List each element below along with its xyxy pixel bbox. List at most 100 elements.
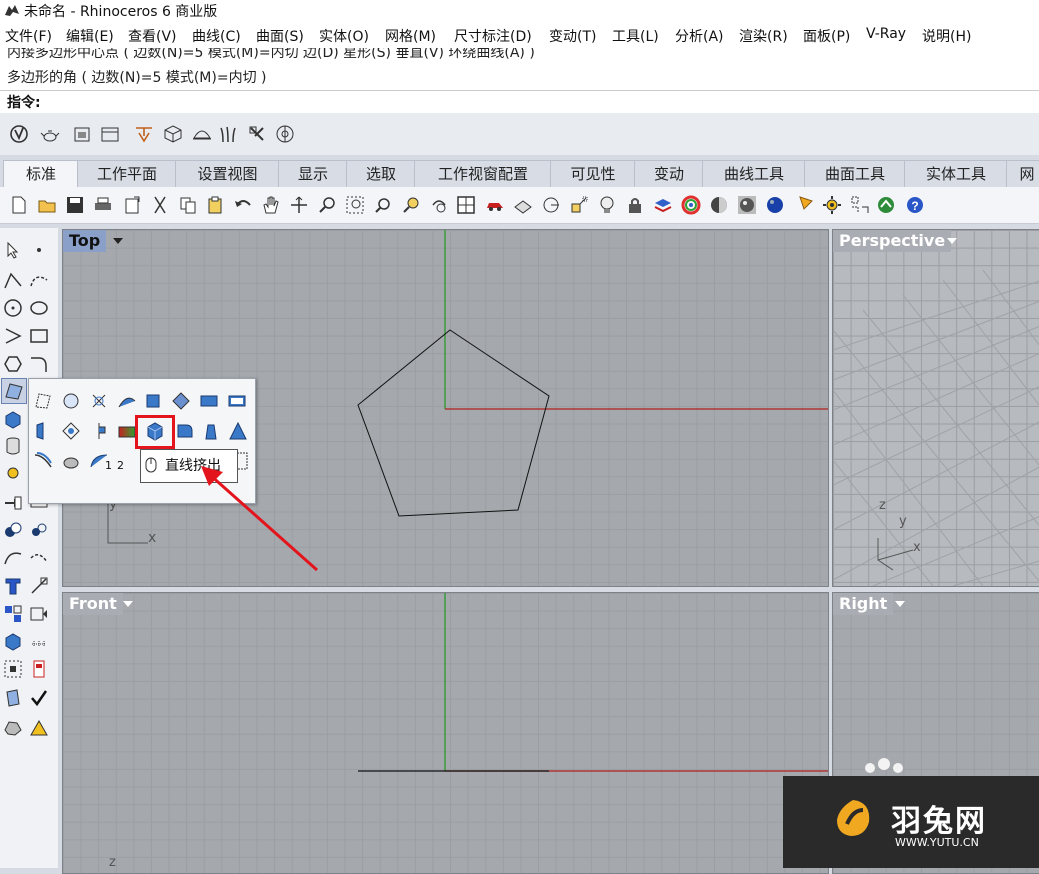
tab-set-view[interactable]: 设置视图 [175,160,280,188]
rail-revolve-icon[interactable] [117,421,137,441]
rock-icon[interactable] [3,718,23,738]
options-gear-icon[interactable] [822,195,842,215]
sphere-surface-icon[interactable] [61,391,81,411]
vray-icon[interactable] [9,124,29,144]
tab-solid-tools[interactable]: 实体工具 [904,160,1008,188]
viewport-title-perspective[interactable]: Perspective [833,230,952,252]
offset-curve-icon[interactable] [29,548,49,568]
import-icon[interactable] [122,195,142,215]
polyline-icon[interactable] [3,270,23,290]
blend-surface-icon[interactable] [61,451,81,471]
transform-icon[interactable] [3,493,23,513]
tab-more[interactable]: 网 [1006,160,1039,188]
rotate-view-icon[interactable] [289,195,309,215]
tab-select[interactable]: 选取 [346,160,416,188]
save-icon[interactable] [65,195,85,215]
tab-display[interactable]: 显示 [278,160,348,188]
undo-icon[interactable] [233,195,253,215]
four-viewports-icon[interactable] [456,195,476,215]
tab-standard[interactable]: 标准 [3,160,79,189]
layer-icon[interactable] [653,195,673,215]
menu-help[interactable]: 说明(H) [922,26,971,46]
cplane-icon[interactable] [513,195,533,215]
polygon-icon[interactable] [3,354,23,374]
surface-from-points-icon[interactable] [33,391,53,411]
object-properties-icon[interactable] [850,195,870,215]
print-icon[interactable] [93,195,113,215]
dimension-tool-icon[interactable] [29,576,49,596]
open-folder-icon[interactable] [37,195,57,215]
solid-edit-icon[interactable] [3,632,23,652]
cylinder-icon[interactable] [3,436,23,456]
mesh-icon[interactable] [29,520,49,540]
menu-curve[interactable]: 曲线(C) [192,26,241,46]
rectangle-icon[interactable] [29,326,49,346]
viewport-title-right[interactable]: Right [833,593,894,615]
sweep-icon[interactable] [117,391,137,411]
text-icon[interactable] [3,576,23,596]
help-icon[interactable]: ? [905,195,925,215]
curve-tool-icon[interactable] [3,548,23,568]
zoom-extents-icon[interactable] [373,195,393,215]
circle-icon[interactable] [3,298,23,318]
loft-icon[interactable] [61,421,81,441]
osnap-icon[interactable] [541,195,561,215]
render-sphere-icon[interactable] [709,195,729,215]
frame-buffer-icon[interactable] [72,124,92,144]
command-line[interactable]: 指令: [0,90,1039,114]
analyze-icon[interactable] [29,604,49,624]
viewport-front[interactable]: Front z [62,592,829,874]
boolean-icon[interactable] [3,520,23,540]
block-icon[interactable] [3,604,23,624]
undo-view-icon[interactable] [429,195,449,215]
proxy-icon[interactable] [163,124,183,144]
new-file-icon[interactable] [9,195,29,215]
mesh-export-icon[interactable] [275,124,295,144]
copy-icon[interactable] [178,195,198,215]
clipper-icon[interactable] [247,124,267,144]
menu-mesh[interactable]: 网格(M) [385,26,436,46]
zoom-selected-icon[interactable] [401,195,421,215]
paste-icon[interactable] [205,195,225,215]
render-window-icon[interactable] [100,124,120,144]
menu-edit[interactable]: 编辑(E) [66,26,114,46]
dome-light-icon[interactable] [192,124,212,144]
grid-dots-icon[interactable] [29,632,49,652]
select-arrow-icon[interactable] [3,240,23,260]
menu-solid[interactable]: 实体(O) [319,26,369,46]
lock-icon[interactable] [625,195,645,215]
extrude-tapered-icon[interactable] [201,421,221,441]
fur-icon[interactable] [219,124,239,144]
extrude-to-point-icon[interactable] [228,421,248,441]
plane-surface-icon[interactable] [143,391,163,411]
drafting-icon[interactable] [3,688,23,708]
surface-tool-active[interactable] [1,378,27,404]
rectangular-plane-icon[interactable] [199,391,219,411]
chevron-down-icon[interactable] [945,234,959,248]
plugin-sphere-icon[interactable] [876,195,896,215]
chevron-down-icon[interactable] [893,597,907,611]
rendered-sphere-icon[interactable] [737,195,757,215]
fillet-curve-icon[interactable] [29,354,49,374]
menu-vray[interactable]: V-Ray [866,26,906,42]
menu-render[interactable]: 渲染(R) [739,26,788,46]
menu-dimension[interactable]: 尺寸标注(D) [454,26,532,46]
lightbulb-icon[interactable] [597,195,617,215]
menu-analyze[interactable]: 分析(A) [675,26,724,46]
check-icon[interactable] [29,688,49,708]
points-grid-icon[interactable] [3,659,23,679]
material-sphere-icon[interactable] [765,195,785,215]
menu-transform[interactable]: 变动(T) [549,26,596,46]
point-icon[interactable] [29,240,49,260]
tab-transform[interactable]: 变动 [634,160,704,188]
render-tool-icon[interactable] [29,659,49,679]
zoom-window-icon[interactable] [345,195,365,215]
edge-surface-icon[interactable] [33,421,53,441]
tab-cplanes[interactable]: 工作平面 [77,160,177,188]
menu-panels[interactable]: 面板(P) [803,26,850,46]
patch-icon[interactable] [89,391,109,411]
pyramid-icon[interactable] [29,718,49,738]
pentagon-curve[interactable] [357,329,550,517]
gumball-icon[interactable] [569,195,589,215]
teapot-icon[interactable] [40,124,60,144]
